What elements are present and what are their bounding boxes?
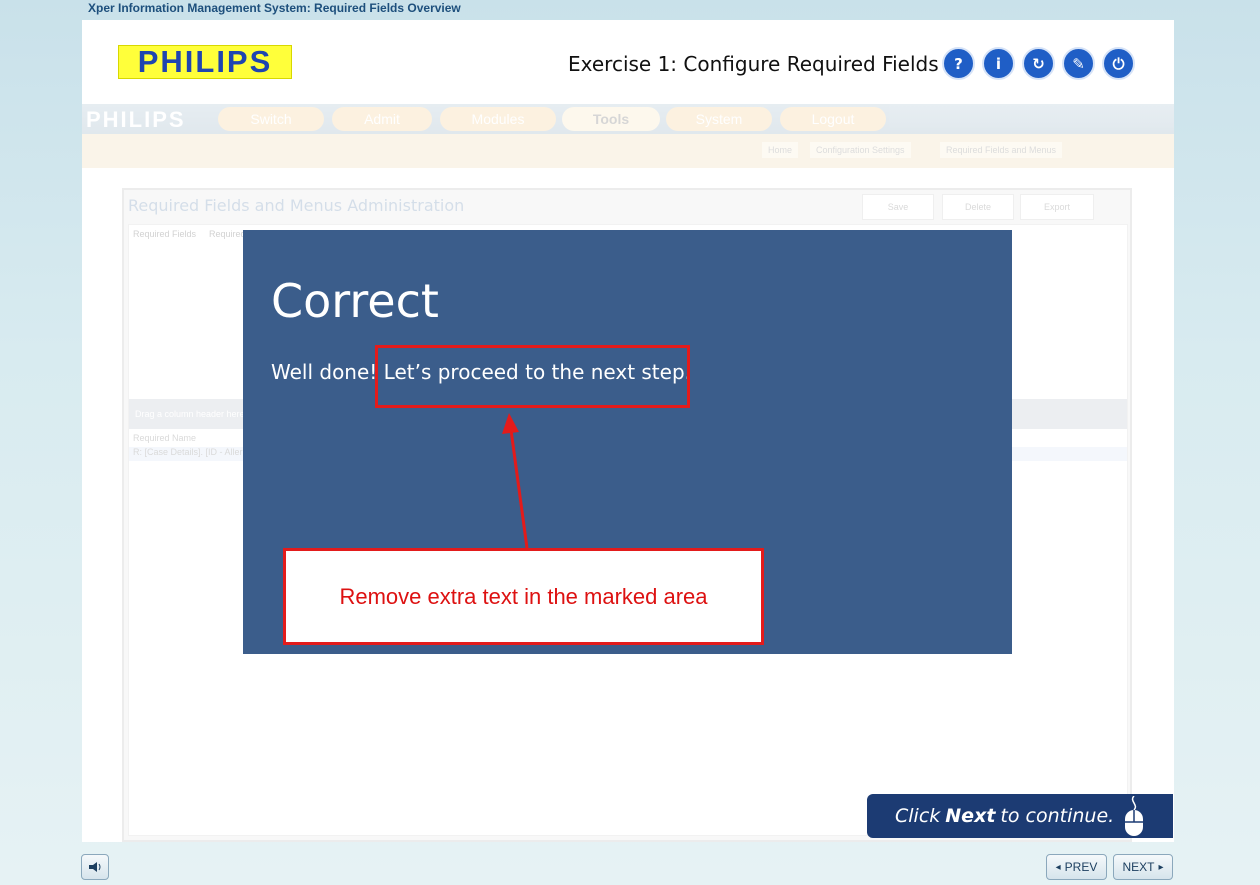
power-icon[interactable]: ⏻: [1102, 47, 1135, 80]
pen-icon[interactable]: ✎: [1062, 47, 1095, 80]
crumb-required: Required Fields and Menus: [940, 142, 1063, 158]
prev-button[interactable]: ◂ PREV: [1046, 854, 1107, 880]
nav-tools: Tools: [562, 107, 660, 131]
chevron-right-icon: ▸: [1158, 861, 1164, 873]
help-glyph: ?: [954, 54, 963, 73]
power-glyph: ⏻: [1112, 54, 1125, 73]
nav-switch: Switch: [218, 107, 324, 131]
mouse-icon: [1125, 796, 1143, 836]
instruction-callout: Remove extra text in the marked area: [283, 548, 764, 645]
app-nav-bar: PHILIPS Switch Admit Modules Tools Syste…: [82, 104, 1174, 134]
exercise-title: Exercise 1: Configure Required Fields: [568, 52, 939, 76]
app-export-button: Export: [1020, 194, 1094, 220]
help-icon[interactable]: ?: [942, 47, 975, 80]
feedback-modal: Correct Well done! Let’s proceed to the …: [243, 230, 1012, 654]
course-header: PHILIPS Exercise 1: Configure Required F…: [82, 20, 1174, 104]
app-tab-required-fields: Required Fields: [133, 229, 197, 239]
app-delete-button: Delete: [942, 194, 1014, 220]
app-breadcrumbs: Home Configuration Settings Required Fie…: [82, 134, 1174, 168]
next-hint-banner: Click Next to continue.: [867, 794, 1173, 838]
speaker-icon[interactable]: [81, 854, 109, 880]
app-panel-title: Required Fields and Menus Administration: [128, 196, 465, 215]
restart-glyph: ↻: [1032, 54, 1045, 73]
philips-logo-text: PHILIPS: [137, 44, 273, 79]
hint-bold: Next: [945, 805, 996, 827]
info-glyph: i: [995, 54, 1002, 73]
app-logo: PHILIPS: [86, 107, 186, 132]
philips-logo: PHILIPS: [118, 44, 292, 79]
info-icon[interactable]: i: [982, 47, 1015, 80]
prev-label: PREV: [1064, 860, 1098, 874]
app-save-button: Save: [862, 194, 934, 220]
next-button[interactable]: NEXT ▸: [1113, 854, 1173, 880]
next-label: NEXT: [1122, 860, 1155, 874]
nav-modules: Modules: [440, 107, 556, 131]
crumb-home: Home: [762, 142, 799, 158]
hint-suffix: to continue.: [1000, 805, 1115, 827]
pen-glyph: ✎: [1072, 54, 1085, 73]
nav-admit: Admit: [332, 107, 432, 131]
app-tab-required: Required: [209, 229, 246, 239]
restart-icon[interactable]: ↻: [1022, 47, 1055, 80]
speaker-glyph: [89, 862, 101, 872]
window-title: Xper Information Management System: Requ…: [88, 1, 461, 15]
nav-logout: Logout: [780, 107, 886, 131]
hint-prefix: Click: [895, 805, 941, 827]
nav-system: System: [666, 107, 772, 131]
chevron-left-icon: ◂: [1055, 861, 1061, 873]
crumb-config: Configuration Settings: [810, 142, 911, 158]
